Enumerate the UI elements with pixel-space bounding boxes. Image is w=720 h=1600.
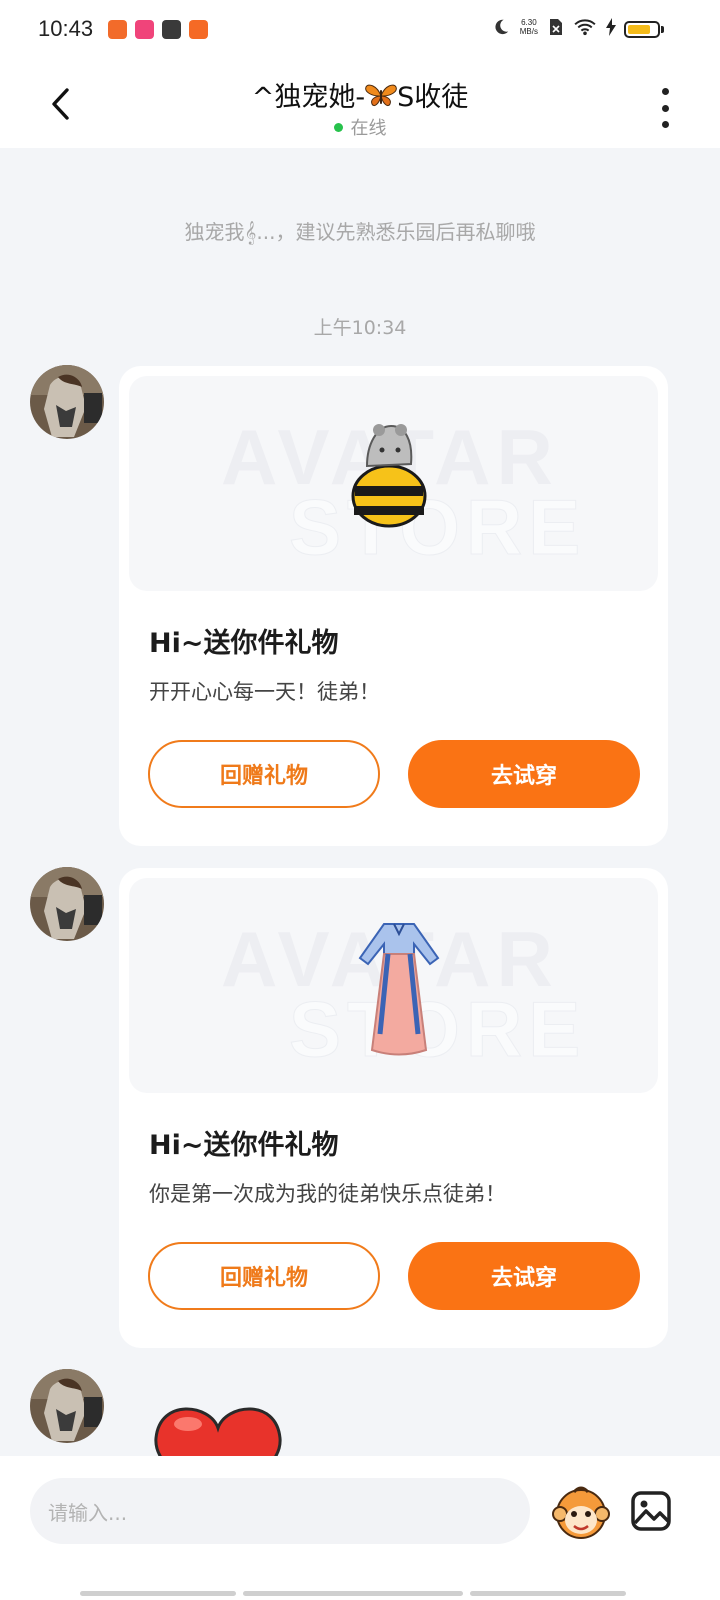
sender-avatar[interactable] [30, 365, 104, 439]
gesture-bar [80, 1591, 236, 1596]
battery-icon [624, 21, 660, 38]
online-dot-icon [333, 123, 343, 132]
input-bar: 请输入... [0, 1456, 720, 1600]
online-status-label: 在线 [350, 118, 387, 139]
battery-level [628, 25, 651, 34]
status-indicators: 6.30 MB/s [492, 18, 616, 36]
message-input[interactable]: 请输入... [30, 1478, 530, 1544]
sender-avatar[interactable] [30, 867, 104, 941]
moon-icon [495, 19, 508, 35]
more-dot-icon [661, 88, 669, 95]
chat-header: ^独宠她- S收徒 在线 [0, 60, 720, 148]
sticker-button[interactable] [552, 1484, 610, 1544]
avatar-image [30, 1369, 104, 1443]
more-dot-icon [661, 104, 669, 112]
title-prefix: ^独宠她- [251, 82, 366, 113]
butterfly-icon [365, 84, 397, 107]
gift-preview[interactable]: AVATAR STORE [129, 878, 658, 1093]
image-icon [631, 1491, 671, 1531]
sender-avatar[interactable] [30, 1369, 104, 1443]
gift-title: Hi~送你件礼物 [149, 1130, 339, 1161]
status-bar: 10:43 6.30 MB/s [0, 0, 720, 60]
chat-title: ^独宠她- S收徒 [0, 75, 720, 114]
gift-preview[interactable]: AVATAR STORE [129, 376, 658, 591]
gift-message: 你是第一次成为我的徒弟快乐点徒弟！ [149, 1182, 506, 1206]
heart-sticker-icon[interactable] [152, 1398, 284, 1456]
gesture-bar [470, 1591, 626, 1596]
watermark-text: STORE [288, 483, 587, 572]
image-button[interactable] [630, 1490, 672, 1536]
return-gift-button[interactable]: 回赠礼物 [148, 740, 380, 808]
bee-costume-icon [351, 424, 427, 528]
gift-title: Hi~送你件礼物 [149, 628, 339, 659]
avatar-image [30, 365, 104, 439]
wifi-icon [574, 19, 596, 36]
status-time: 10:43 [38, 16, 94, 41]
charging-icon [606, 18, 616, 36]
no-sim-icon [550, 19, 562, 35]
more-options-button[interactable] [650, 88, 680, 128]
monkey-mascot-icon [552, 1486, 610, 1539]
battery-tip [661, 26, 664, 33]
chat-area[interactable]: 独宠我𝄞...，建议先熟悉乐园后再私聊哦 上午10:34 AVATAR STOR… [0, 148, 720, 1456]
app-icon [189, 20, 208, 39]
more-dot-icon [661, 121, 669, 128]
return-gift-button[interactable]: 回赠礼物 [148, 1242, 380, 1310]
gift-card: AVATAR STORE Hi~送你件礼物 开开心心每一天！徒弟！ 回赠礼物 去… [119, 366, 668, 846]
try-on-button[interactable]: 去试穿 [408, 740, 640, 808]
gift-card: AVATAR STORE Hi~送你件礼物 你是第一次成为我的徒弟快乐点徒弟！ … [119, 868, 668, 1348]
speed-value: 6.30 [521, 18, 537, 27]
app-icon [162, 20, 181, 39]
network-speed: 6.30 MB/s [520, 18, 538, 36]
app-icon [108, 20, 127, 39]
notification-icons [108, 20, 208, 39]
app-icon [135, 20, 154, 39]
online-status: 在线 [0, 114, 720, 140]
system-message: 独宠我𝄞...，建议先熟悉乐园后再私聊哦 [184, 220, 536, 244]
avatar-image [30, 867, 104, 941]
message-timestamp: 上午10:34 [313, 317, 407, 339]
try-on-button[interactable]: 去试穿 [408, 1242, 640, 1310]
hanfu-dress-icon [358, 923, 440, 1056]
speed-unit: MB/s [519, 27, 538, 36]
gift-message: 开开心心每一天！徒弟！ [149, 680, 380, 704]
title-suffix: S收徒 [397, 82, 469, 113]
gesture-bar [243, 1591, 463, 1596]
